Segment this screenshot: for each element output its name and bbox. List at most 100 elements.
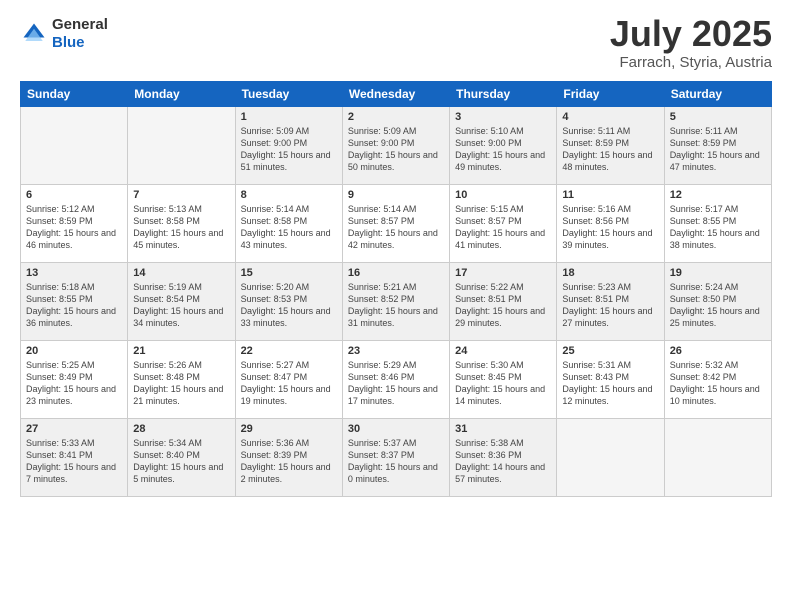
calendar-row: 27Sunrise: 5:33 AMSunset: 8:41 PMDayligh… bbox=[21, 419, 772, 497]
sunrise-text: Sunrise: 5:25 AM bbox=[26, 360, 95, 370]
day-number: 2 bbox=[348, 111, 444, 123]
day-info: Sunrise: 5:19 AMSunset: 8:54 PMDaylight:… bbox=[133, 281, 229, 330]
calendar-cell: 25 Sunrise: 5:31 AMSunset: 8:43 PMDayligh… bbox=[557, 341, 664, 419]
day-info: Sunrise: 5:32 AMSunset: 8:42 PMDaylight:… bbox=[670, 359, 766, 408]
calendar-row: 1Sunrise: 5:09 AMSunset: 9:00 PMDaylight… bbox=[21, 107, 772, 185]
daylight-text: Daylight: 15 hours and 21 minutes. bbox=[133, 384, 223, 406]
day-number: 4 bbox=[562, 111, 658, 123]
day-number: 30 bbox=[348, 423, 444, 435]
sunrise-text: Sunrise: 5:38 AM bbox=[455, 438, 524, 448]
calendar-cell: 2 Sunrise: 5:09 AMSunset: 9:00 PMDaylight… bbox=[342, 107, 449, 185]
day-info: Sunrise: 5:23 AMSunset: 8:51 PMDaylight:… bbox=[562, 281, 658, 330]
day-number: 22 bbox=[241, 345, 337, 357]
calendar-cell: 8Sunrise: 5:14 AMSunset: 8:58 PMDaylight… bbox=[235, 185, 342, 263]
day-number: 25 bbox=[562, 345, 658, 357]
sunrise-text: Sunrise: 5:15 AM bbox=[455, 204, 524, 214]
sunrise-text: Sunrise: 5:12 AM bbox=[26, 204, 95, 214]
calendar-cell bbox=[664, 419, 771, 497]
header: General Blue July 2025 Farrach, Styria, … bbox=[20, 16, 772, 71]
sunrise-text: Sunrise: 5:30 AM bbox=[455, 360, 524, 370]
header-thursday: Thursday bbox=[450, 82, 557, 107]
daylight-text: Daylight: 15 hours and 50 minutes. bbox=[348, 150, 438, 172]
sunset-text: Sunset: 8:55 PM bbox=[670, 216, 737, 226]
daylight-text: Daylight: 15 hours and 47 minutes. bbox=[670, 150, 760, 172]
logo-icon bbox=[20, 20, 48, 48]
calendar-table: Sunday Monday Tuesday Wednesday Thursday… bbox=[20, 81, 772, 497]
calendar-row: 20Sunrise: 5:25 AMSunset: 8:49 PMDayligh… bbox=[21, 341, 772, 419]
calendar-row: 6Sunrise: 5:12 AMSunset: 8:59 PMDaylight… bbox=[21, 185, 772, 263]
calendar-cell: 13Sunrise: 5:18 AMSunset: 8:55 PMDayligh… bbox=[21, 263, 128, 341]
day-info: Sunrise: 5:25 AMSunset: 8:49 PMDaylight:… bbox=[26, 359, 122, 408]
sunrise-text: Sunrise: 5:11 AM bbox=[670, 126, 738, 136]
day-number: 7 bbox=[133, 189, 229, 201]
sunrise-text: Sunrise: 5:37 AM bbox=[348, 438, 417, 448]
calendar-cell: 18Sunrise: 5:23 AMSunset: 8:51 PMDayligh… bbox=[557, 263, 664, 341]
sunset-text: Sunset: 8:51 PM bbox=[562, 294, 629, 304]
day-info: Sunrise: 5:09 AMSunset: 9:00 PMDaylight:… bbox=[348, 125, 444, 174]
sunrise-text: Sunrise: 5:23 AM bbox=[562, 282, 631, 292]
sunrise-text: Sunrise: 5:18 AM bbox=[26, 282, 95, 292]
calendar-cell: 10Sunrise: 5:15 AMSunset: 8:57 PMDayligh… bbox=[450, 185, 557, 263]
sunrise-text: Sunrise: 5:20 AM bbox=[241, 282, 310, 292]
header-sunday: Sunday bbox=[21, 82, 128, 107]
day-info: Sunrise: 5:15 AMSunset: 8:57 PMDaylight:… bbox=[455, 203, 551, 252]
day-number: 11 bbox=[562, 189, 658, 201]
sunset-text: Sunset: 9:00 PM bbox=[348, 138, 415, 148]
day-info: Sunrise: 5:17 AMSunset: 8:55 PMDaylight:… bbox=[670, 203, 766, 252]
day-info: Sunrise: 5:13 AMSunset: 8:58 PMDaylight:… bbox=[133, 203, 229, 252]
sunset-text: Sunset: 8:59 PM bbox=[26, 216, 93, 226]
day-info: Sunrise: 5:38 AMSunset: 8:36 PMDaylight:… bbox=[455, 437, 551, 486]
sunset-text: Sunset: 8:53 PM bbox=[241, 294, 308, 304]
daylight-text: Daylight: 15 hours and 19 minutes. bbox=[241, 384, 331, 406]
month-title: July 2025 bbox=[610, 16, 772, 52]
sunrise-text: Sunrise: 5:29 AM bbox=[348, 360, 417, 370]
calendar-cell: 22Sunrise: 5:27 AMSunset: 8:47 PMDayligh… bbox=[235, 341, 342, 419]
calendar-cell: 4 Sunrise: 5:11 AM Sunset: 8:59 PM Daylight… bbox=[557, 107, 664, 185]
calendar-cell: 21Sunrise: 5:26 AMSunset: 8:48 PMDayligh… bbox=[128, 341, 235, 419]
calendar-cell bbox=[557, 419, 664, 497]
day-info: Sunrise: 5:14 AMSunset: 8:57 PMDaylight:… bbox=[348, 203, 444, 252]
calendar-cell bbox=[128, 107, 235, 185]
weekday-header-row: Sunday Monday Tuesday Wednesday Thursday… bbox=[21, 82, 772, 107]
header-monday: Monday bbox=[128, 82, 235, 107]
calendar-cell: 12Sunrise: 5:17 AMSunset: 8:55 PMDayligh… bbox=[664, 185, 771, 263]
daylight-text: Daylight: 14 hours and 57 minutes. bbox=[455, 462, 545, 484]
sunrise-text: Sunrise: 5:11 AM bbox=[562, 126, 630, 136]
sunset-text: Sunset: 8:58 PM bbox=[133, 216, 200, 226]
day-number: 29 bbox=[241, 423, 337, 435]
daylight-text: Daylight: 15 hours and 5 minutes. bbox=[133, 462, 223, 484]
daylight-text: Daylight: 15 hours and 17 minutes. bbox=[348, 384, 438, 406]
sunrise-text: Sunrise: 5:34 AM bbox=[133, 438, 202, 448]
day-info: Sunrise: 5:31 AMSunset: 8:43 PMDaylight:… bbox=[562, 359, 658, 408]
sunrise-text: Sunrise: 5:09 AM bbox=[241, 126, 310, 136]
calendar-cell: 11Sunrise: 5:16 AMSunset: 8:56 PMDayligh… bbox=[557, 185, 664, 263]
day-number: 31 bbox=[455, 423, 551, 435]
daylight-text: Daylight: 15 hours and 42 minutes. bbox=[348, 228, 438, 250]
day-info: Sunrise: 5:34 AMSunset: 8:40 PMDaylight:… bbox=[133, 437, 229, 486]
day-info: Sunrise: 5:21 AMSunset: 8:52 PMDaylight:… bbox=[348, 281, 444, 330]
sunrise-text: Sunrise: 5:21 AM bbox=[348, 282, 417, 292]
daylight-text: Daylight: 15 hours and 34 minutes. bbox=[133, 306, 223, 328]
daylight-text: Daylight: 15 hours and 29 minutes. bbox=[455, 306, 545, 328]
calendar-cell: 15Sunrise: 5:20 AMSunset: 8:53 PMDayligh… bbox=[235, 263, 342, 341]
daylight-text: Daylight: 15 hours and 41 minutes. bbox=[455, 228, 545, 250]
sunset-text: Sunset: 9:00 PM bbox=[241, 138, 308, 148]
daylight-text: Daylight: 15 hours and 48 minutes. bbox=[562, 150, 652, 172]
sunset-text: Sunset: 8:59 PM bbox=[562, 138, 629, 148]
daylight-text: Daylight: 15 hours and 12 minutes. bbox=[562, 384, 652, 406]
sunset-text: Sunset: 8:59 PM bbox=[670, 138, 737, 148]
calendar-cell: 5Sunrise: 5:11 AMSunset: 8:59 PMDaylight… bbox=[664, 107, 771, 185]
day-number: 27 bbox=[26, 423, 122, 435]
daylight-text: Daylight: 15 hours and 36 minutes. bbox=[26, 306, 116, 328]
logo: General Blue bbox=[20, 16, 108, 52]
day-number: 17 bbox=[455, 267, 551, 279]
calendar-cell: 7 Sunrise: 5:13 AMSunset: 8:58 PMDaylight… bbox=[128, 185, 235, 263]
day-number: 26 bbox=[670, 345, 766, 357]
sunset-text: Sunset: 8:52 PM bbox=[348, 294, 415, 304]
daylight-text: Daylight: 15 hours and 23 minutes. bbox=[26, 384, 116, 406]
day-number: 8 bbox=[241, 189, 337, 201]
sunset-text: Sunset: 8:43 PM bbox=[562, 372, 629, 382]
day-info: Sunrise: 5:10 AMSunset: 9:00 PMDaylight:… bbox=[455, 125, 551, 174]
sunrise-text: Sunrise: 5:14 AM bbox=[348, 204, 417, 214]
sunset-text: Sunset: 8:39 PM bbox=[241, 450, 308, 460]
